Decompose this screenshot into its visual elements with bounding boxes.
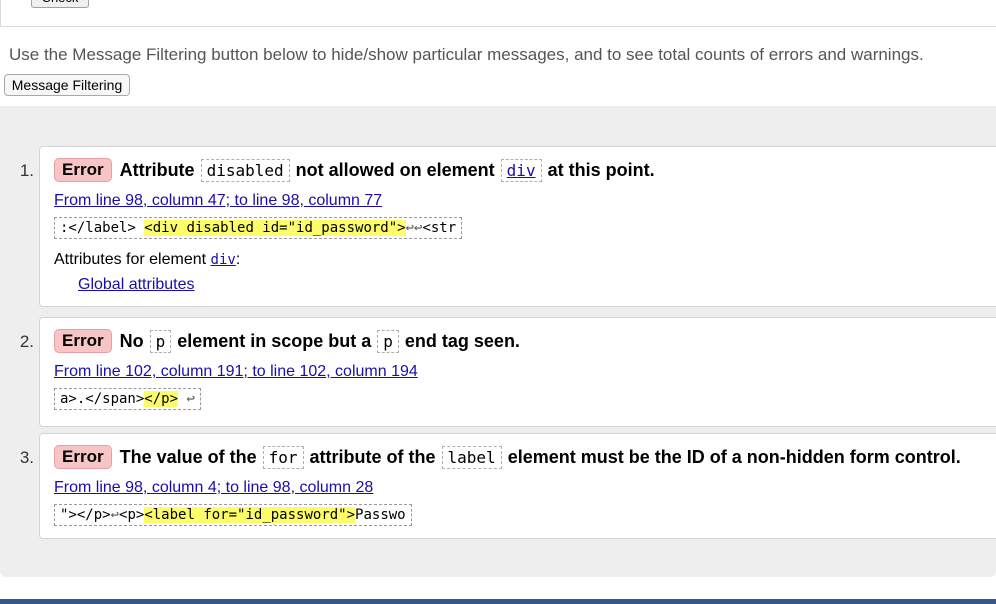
message-item: Error The value of the for attribute of … bbox=[39, 433, 996, 539]
message-filtering-button[interactable]: Message Filtering bbox=[4, 74, 130, 96]
location-link[interactable]: From line 98, column 4; to line 98, colu… bbox=[54, 479, 373, 497]
source-extract: :</label> <div disabled id="id_password"… bbox=[54, 217, 463, 239]
source-extract: a>.</span></p> ↩ bbox=[54, 388, 201, 410]
code-attribute: for bbox=[262, 445, 304, 469]
message-number: 3. bbox=[19, 448, 34, 467]
check-form: Check bbox=[0, 0, 996, 27]
message-item: Error No p element in scope but a p end … bbox=[39, 317, 996, 427]
message-title: Error Attribute disabled not allowed on … bbox=[54, 158, 655, 182]
code-element: p bbox=[149, 329, 172, 353]
element-link[interactable]: div bbox=[211, 252, 236, 268]
error-badge: Error bbox=[54, 329, 112, 353]
return-icon: ↩ bbox=[110, 507, 120, 523]
attributes-line: Attributes for element div: bbox=[54, 251, 241, 268]
message-title: Error The value of the for attribute of … bbox=[54, 445, 961, 469]
footer-bar bbox=[0, 599, 996, 604]
global-attributes-link[interactable]: Global attributes bbox=[78, 276, 195, 294]
return-icon: ↩↩ bbox=[405, 220, 423, 236]
location-link[interactable]: From line 102, column 191; to line 102, … bbox=[54, 363, 418, 381]
source-extract: "></p>↩<p><label for="id_password">Passw… bbox=[54, 504, 412, 526]
code-element-link[interactable]: div bbox=[500, 158, 542, 182]
filter-hint: Use the Message Filtering button below t… bbox=[9, 45, 924, 64]
error-badge: Error bbox=[54, 158, 112, 182]
code-attribute: disabled bbox=[200, 158, 290, 182]
code-element: p bbox=[377, 329, 399, 353]
location-link[interactable]: From line 98, column 47; to line 98, col… bbox=[54, 192, 382, 210]
check-button[interactable]: Check bbox=[31, 0, 89, 8]
message-title: Error No p element in scope but a p end … bbox=[54, 329, 520, 353]
highlighted-code: <div disabled id="id_password"> bbox=[144, 220, 406, 236]
return-icon: ↩ bbox=[186, 391, 195, 407]
message-number: 2. bbox=[19, 332, 34, 351]
highlighted-code: </p> bbox=[144, 391, 179, 407]
message-item: Error Attribute disabled not allowed on … bbox=[39, 146, 996, 307]
highlighted-code: <label for="id_password"> bbox=[144, 507, 356, 523]
message-number: 1. bbox=[19, 161, 34, 180]
code-element: label bbox=[441, 445, 502, 469]
results-panel: 1. Error Attribute disabled not allowed … bbox=[0, 106, 996, 577]
error-badge: Error bbox=[54, 445, 112, 469]
